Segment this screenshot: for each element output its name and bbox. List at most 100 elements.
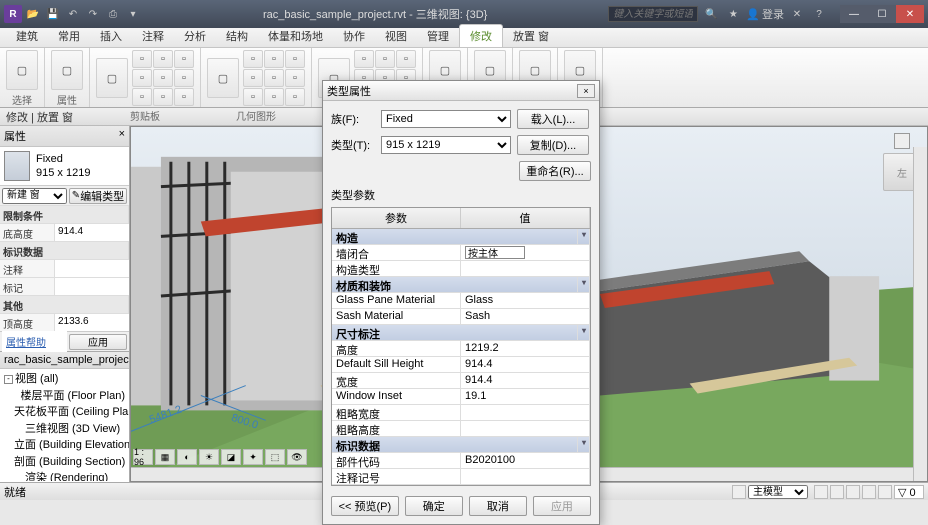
param-value[interactable]: 914.4 [461, 357, 590, 372]
ribbon-tab[interactable]: 管理 [417, 25, 459, 47]
ribbon-small-button[interactable]: ▫ [285, 69, 305, 87]
select-links-icon[interactable] [814, 485, 828, 499]
load-button[interactable]: 载入(L)... [517, 109, 589, 129]
param-value[interactable] [461, 421, 590, 436]
param-value[interactable]: B2020100 [461, 453, 590, 468]
select-underlay-icon[interactable] [830, 485, 844, 499]
rendering-icon[interactable]: ✦ [243, 449, 263, 465]
properties-help-link[interactable]: 属性帮助 [2, 331, 67, 352]
rename-button[interactable]: 重命名(R)... [519, 161, 591, 181]
help-icon[interactable]: ? [810, 5, 828, 23]
ribbon-button[interactable]: ▢ [207, 58, 239, 98]
ribbon-button[interactable]: ▢ [96, 58, 128, 98]
hide-isolate-icon[interactable]: 👁 [287, 449, 307, 465]
qat-print-icon[interactable]: ⎙ [104, 5, 122, 23]
ribbon-small-button[interactable]: ▫ [153, 88, 173, 106]
type-selector[interactable]: Fixed 915 x 1219 [36, 152, 90, 181]
edit-type-button[interactable]: ✎ 编辑类型 [69, 188, 127, 204]
ribbon-small-button[interactable]: ▫ [285, 88, 305, 106]
ribbon-small-button[interactable]: ▫ [174, 88, 194, 106]
maximize-button[interactable]: ☐ [868, 5, 896, 23]
param-value-input[interactable] [465, 246, 525, 259]
param-value[interactable] [461, 405, 590, 420]
param-value[interactable]: 1219.2 [461, 341, 590, 356]
ribbon-small-button[interactable]: ▫ [132, 50, 152, 68]
workset-icon[interactable] [732, 485, 746, 499]
tree-item[interactable]: 剖面 (Building Section) [4, 454, 125, 471]
select-face-icon[interactable] [862, 485, 876, 499]
favorite-icon[interactable]: ★ [724, 5, 742, 23]
close-button[interactable]: ✕ [896, 5, 924, 23]
expand-icon[interactable]: - [4, 375, 13, 384]
param-value[interactable]: Sash [461, 309, 590, 324]
panel-close-icon[interactable]: × [119, 128, 125, 144]
param-value[interactable]: 914.4 [461, 373, 590, 388]
param-value[interactable]: Glass [461, 293, 590, 308]
ribbon-tab[interactable]: 建筑 [6, 25, 48, 47]
ribbon-tab[interactable]: 常用 [48, 25, 90, 47]
ribbon-tab[interactable]: 注释 [132, 25, 174, 47]
prop-value[interactable] [55, 278, 129, 295]
ribbon-tab[interactable]: 体量和场地 [258, 25, 333, 47]
duplicate-button[interactable]: 复制(D)... [517, 135, 589, 155]
ribbon-small-button[interactable]: ▫ [132, 69, 152, 87]
tree-item[interactable]: 渲染 (Rendering) [4, 470, 125, 481]
ribbon-small-button[interactable]: ▫ [375, 50, 395, 68]
ribbon-tab[interactable]: 结构 [216, 25, 258, 47]
param-value[interactable] [461, 469, 590, 484]
dialog-apply-button[interactable]: 应用 [533, 496, 591, 516]
ribbon-small-button[interactable]: ▫ [243, 69, 263, 87]
apply-button[interactable]: 应用 [69, 334, 127, 350]
select-pinned-icon[interactable] [846, 485, 860, 499]
ribbon-small-button[interactable]: ▫ [153, 50, 173, 68]
ribbon-button[interactable]: ▢ [51, 50, 83, 90]
qat-undo-icon[interactable]: ↶ [64, 5, 82, 23]
ribbon-small-button[interactable]: ▫ [153, 69, 173, 87]
qat-redo-icon[interactable]: ↷ [84, 5, 102, 23]
ribbon-small-button[interactable]: ▫ [396, 50, 416, 68]
qat-save-icon[interactable]: 💾 [44, 5, 62, 23]
tree-item[interactable]: 天花板平面 (Ceiling Plan) [4, 404, 125, 421]
ribbon-small-button[interactable]: ▫ [285, 50, 305, 68]
home-view-icon[interactable] [894, 133, 910, 149]
minimize-button[interactable]: — [840, 5, 868, 23]
ribbon-tab[interactable]: 视图 [375, 25, 417, 47]
ribbon-small-button[interactable]: ▫ [243, 88, 263, 106]
ribbon-tab[interactable]: 插入 [90, 25, 132, 47]
tree-item[interactable]: 立面 (Building Elevation) [4, 437, 125, 454]
help-search-input[interactable] [608, 6, 698, 22]
ribbon-small-button[interactable]: ▫ [264, 69, 284, 87]
ribbon-small-button[interactable]: ▫ [354, 50, 374, 68]
preview-button[interactable]: << 预览(P) [331, 496, 399, 516]
detail-level-icon[interactable]: ▦ [155, 449, 175, 465]
shadows-icon[interactable]: ◪ [221, 449, 241, 465]
type-select[interactable]: 915 x 1219 [381, 136, 511, 154]
qat-more-icon[interactable]: ▾ [124, 5, 142, 23]
model-filter-select[interactable]: 主模型 [748, 485, 808, 499]
ok-button[interactable]: 确定 [405, 496, 463, 516]
ribbon-small-button[interactable]: ▫ [264, 50, 284, 68]
ribbon-small-button[interactable]: ▫ [174, 50, 194, 68]
ribbon-small-button[interactable]: ▫ [174, 69, 194, 87]
signin-button[interactable]: 👤登录 [746, 6, 784, 22]
crop-icon[interactable]: ⬚ [265, 449, 285, 465]
scale-button[interactable]: 1 : 96 [133, 449, 153, 465]
ribbon-button[interactable]: ▢ [6, 50, 38, 90]
param-value[interactable]: 19.1 [461, 389, 590, 404]
selection-filter[interactable]: 新建 窗 [2, 188, 67, 204]
exchange-icon[interactable]: ✕ [788, 5, 806, 23]
vertical-scrollbar[interactable] [913, 147, 927, 481]
ribbon-small-button[interactable]: ▫ [132, 88, 152, 106]
ribbon-small-button[interactable]: ▫ [264, 88, 284, 106]
ribbon-small-button[interactable]: ▫ [243, 50, 263, 68]
drag-icon[interactable] [878, 485, 892, 499]
tree-item[interactable]: -视图 (all) [4, 371, 125, 388]
tree-item[interactable]: 楼层平面 (Floor Plan) [4, 388, 125, 405]
cancel-button[interactable]: 取消 [469, 496, 527, 516]
ribbon-tab[interactable]: 分析 [174, 25, 216, 47]
qat-open-icon[interactable]: 📂 [24, 5, 42, 23]
ribbon-tab[interactable]: 协作 [333, 25, 375, 47]
app-logo[interactable]: R [4, 5, 22, 23]
prop-value[interactable]: 2133.6 [55, 314, 129, 331]
param-value[interactable] [461, 245, 590, 260]
